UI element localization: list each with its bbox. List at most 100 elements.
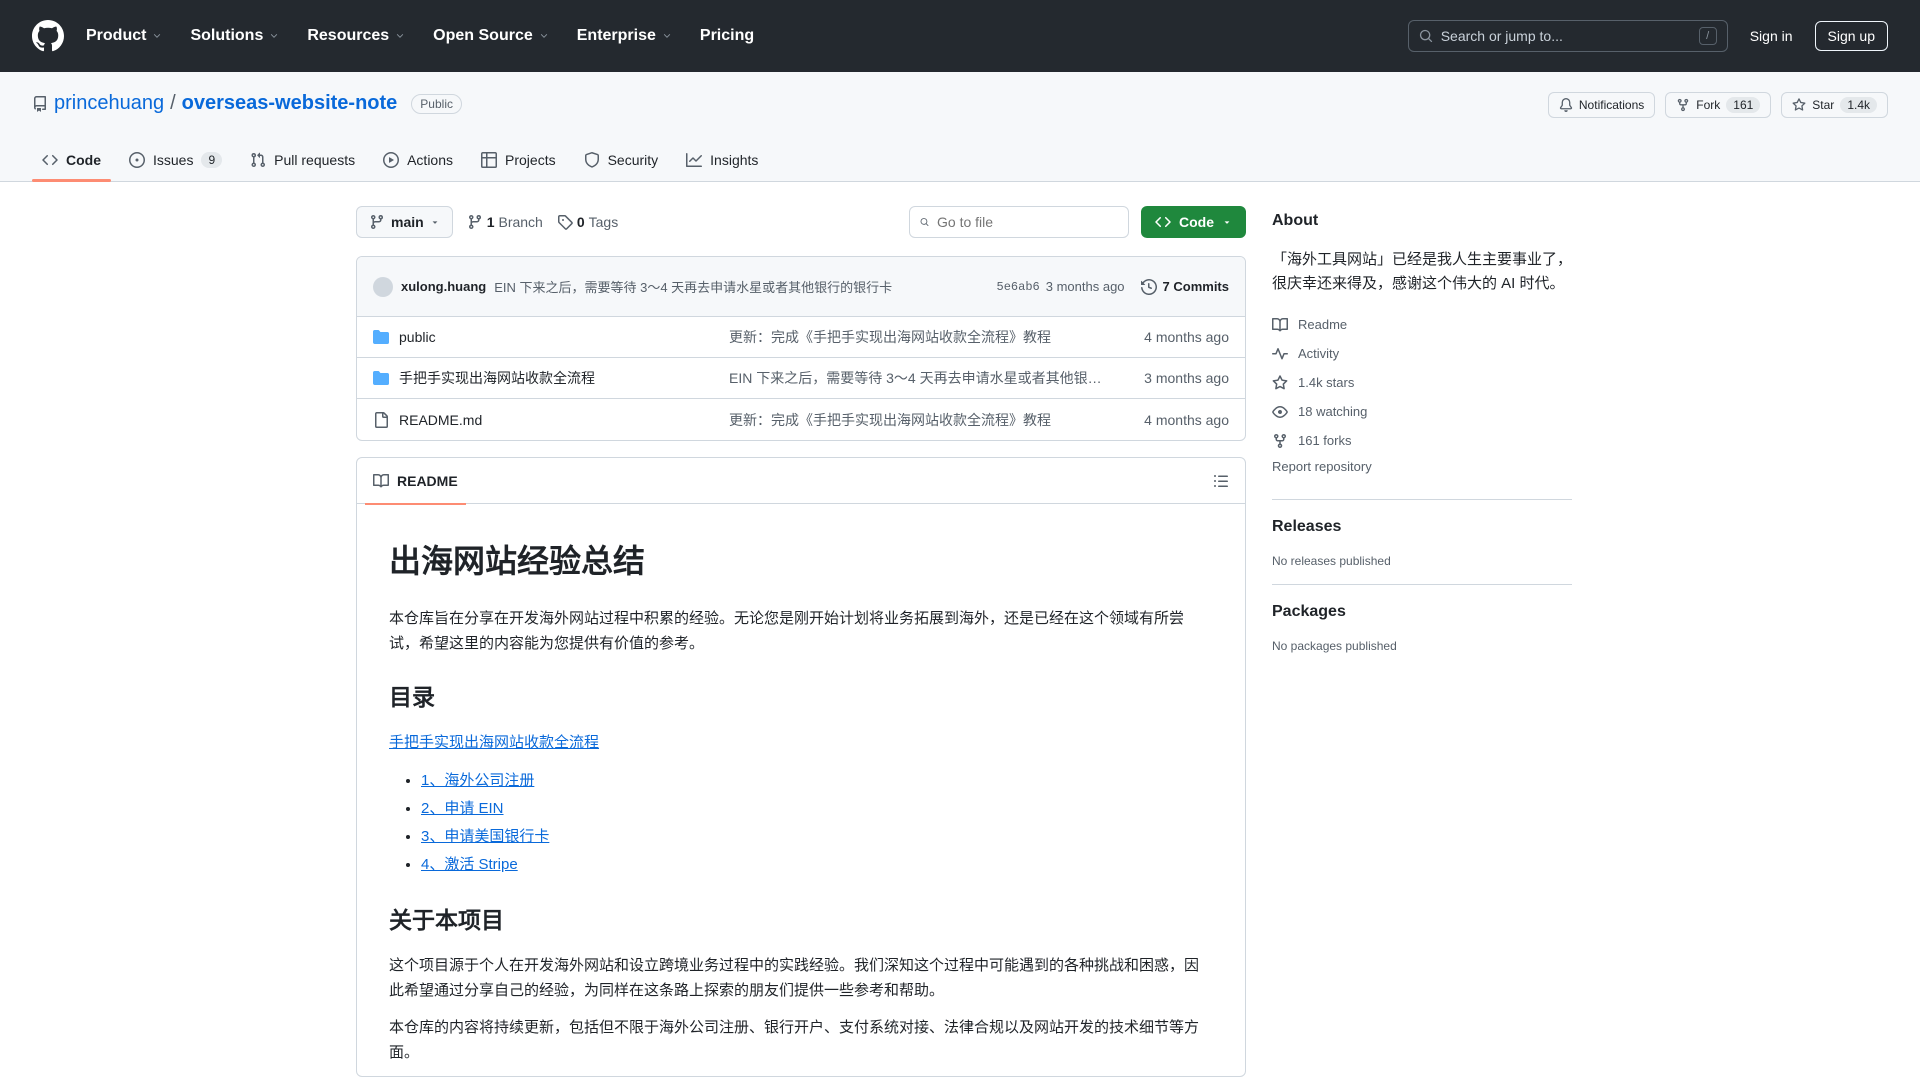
nav-pricing[interactable]: Pricing: [700, 27, 754, 45]
nav-open-source[interactable]: Open Source: [433, 27, 549, 45]
toc-link[interactable]: 3、申请美国银行卡: [421, 828, 549, 845]
repo-name-link[interactable]: overseas-website-note: [182, 92, 398, 115]
tab-pull-requests[interactable]: Pull requests: [240, 138, 365, 182]
file-row[interactable]: README.md 更新：完成《手把手实现出海网站收款全流程》教程 4 mont…: [357, 399, 1245, 440]
file-name[interactable]: README.md: [399, 412, 729, 428]
bell-icon: [1559, 98, 1573, 112]
tab-label: Code: [66, 152, 101, 168]
notifications-label: Notifications: [1578, 98, 1645, 112]
file-commit-time: 4 months ago: [1144, 411, 1229, 428]
go-to-file-input[interactable]: [937, 214, 1118, 230]
readme-panel: README 出海网站经验总结 本仓库旨在分享在开发海外网站过程中积累的经验。无…: [356, 457, 1246, 1077]
nav-label: Resources: [307, 27, 390, 44]
watchers-link[interactable]: 18 watching: [1272, 397, 1572, 426]
commit-sha[interactable]: 5e6ab6: [997, 280, 1040, 294]
toc-link[interactable]: 2、申请 EIN: [421, 800, 504, 817]
toc-main-link[interactable]: 手把手实现出海网站收款全流程: [389, 734, 599, 751]
go-to-file[interactable]: [909, 206, 1129, 238]
tab-actions[interactable]: Actions: [373, 138, 463, 182]
commit-message[interactable]: EIN 下来之后，需要等待 3～4 天再去申请水星或者其他银行的银行卡: [494, 277, 984, 296]
issues-count: 9: [201, 152, 223, 168]
tags-link[interactable]: 0 Tags: [557, 214, 618, 230]
folder-icon: [373, 330, 389, 344]
repo-actions: Notifications Fork 161 Star 1.4k: [1547, 92, 1888, 118]
list-item: 2、申请 EIN: [421, 795, 1213, 823]
toc-link[interactable]: 4、激活 Stripe: [421, 856, 518, 873]
tag-icon: [557, 215, 573, 230]
search-input[interactable]: [1440, 28, 1691, 44]
repo-description: 「海外工具网站」已经是我人生主要事业了，很庆幸还来得及，感谢这个伟大的 AI 时…: [1272, 251, 1573, 292]
tab-label: Insights: [710, 152, 759, 168]
caret-down-icon: [432, 221, 437, 224]
readme-link[interactable]: Readme: [1272, 310, 1572, 339]
commit-author[interactable]: xulong.huang: [401, 279, 486, 294]
file-commit-message[interactable]: 更新：完成《手把手实现出海网站收款全流程》教程: [729, 410, 1129, 430]
branch-select-button[interactable]: main: [356, 206, 453, 238]
nav-solutions[interactable]: Solutions: [190, 27, 279, 45]
tab-label: Issues: [153, 152, 194, 168]
tab-projects[interactable]: Projects: [471, 138, 566, 182]
side-item-label: Readme: [1298, 317, 1348, 332]
releases-empty-text: No releases published: [1272, 554, 1391, 568]
tab-security[interactable]: Security: [574, 138, 669, 182]
side-item-label: 18 watching: [1298, 404, 1368, 419]
readme-content: 出海网站经验总结 本仓库旨在分享在开发海外网站过程中积累的经验。无论您是刚开始计…: [357, 504, 1245, 1076]
commits-label: 7 Commits: [1162, 279, 1229, 294]
avatar[interactable]: [373, 276, 393, 297]
list-unordered-icon[interactable]: [1213, 473, 1229, 489]
repo-owner-link[interactable]: princehuang: [54, 92, 164, 115]
file-icon: [375, 411, 388, 428]
sign-up-button[interactable]: Sign up: [1814, 21, 1888, 51]
visibility-badge: Public: [411, 93, 462, 114]
github-logo-icon[interactable]: [32, 20, 64, 52]
chevron-down-icon: [397, 34, 404, 38]
nav-product[interactable]: Product: [86, 27, 162, 45]
toc-link[interactable]: 1、海外公司注册: [421, 772, 534, 789]
stars-link[interactable]: 1.4k stars: [1272, 368, 1572, 397]
code-button[interactable]: Code: [1141, 206, 1246, 238]
releases-title[interactable]: Releases: [1272, 518, 1572, 536]
notifications-button[interactable]: Notifications: [1547, 92, 1656, 118]
divider: [1272, 499, 1572, 500]
tab-issues[interactable]: Issues 9: [119, 138, 232, 182]
history-icon: [1140, 278, 1157, 295]
top-nav: Product Solutions Resources Open Source …: [86, 27, 754, 45]
file-commit-message[interactable]: 更新：完成《手把手实现出海网站收款全流程》教程: [729, 327, 1129, 347]
repo-tabs: Code Issues 9 Pull requests Actions Proj…: [32, 138, 768, 182]
table-icon: [481, 152, 498, 168]
about-paragraph: 这个项目源于个人在开发海外网站和设立跨境业务过程中的实践经验。我们深知这个过程中…: [389, 957, 1200, 999]
readme-tab[interactable]: README: [365, 458, 466, 505]
forks-link[interactable]: 161 forks: [1272, 426, 1572, 455]
report-repository-link[interactable]: Report repository: [1272, 459, 1572, 483]
star-button[interactable]: Star 1.4k: [1781, 92, 1888, 118]
sign-in-link[interactable]: Sign in: [1740, 28, 1803, 44]
activity-link[interactable]: Activity: [1272, 339, 1572, 368]
branches-link[interactable]: 1 Branch: [467, 214, 543, 230]
nav-enterprise[interactable]: Enterprise: [577, 27, 672, 45]
nav-resources[interactable]: Resources: [307, 27, 405, 45]
code-button-label: Code: [1179, 214, 1214, 230]
file-row[interactable]: public 更新：完成《手把手实现出海网站收款全流程》教程 4 months …: [357, 317, 1245, 358]
nav-label: Open Source: [433, 27, 533, 44]
file-row[interactable]: 手把手实现出海网站收款全流程 EIN 下来之后，需要等待 3～4 天再去申请水星…: [357, 358, 1245, 399]
tab-code[interactable]: Code: [32, 138, 111, 182]
readme-header: README: [357, 458, 1245, 505]
fork-icon: [1678, 98, 1689, 112]
file-name[interactable]: public: [399, 329, 729, 345]
commits-link[interactable]: 7 Commits: [1140, 278, 1229, 295]
file-name[interactable]: 手把手实现出海网站收款全流程: [399, 368, 729, 388]
global-search[interactable]: /: [1407, 20, 1728, 52]
nav-label: Solutions: [190, 27, 264, 44]
file-commit-message[interactable]: EIN 下来之后，需要等待 3～4 天再去申请水星或者其他银行...: [729, 368, 1129, 388]
star-icon: [1272, 374, 1288, 389]
branches-label: Branch: [498, 214, 543, 230]
readme-title: 出海网站经验总结: [389, 542, 646, 580]
commit-time: 3 months ago: [1045, 279, 1125, 294]
fork-button[interactable]: Fork 161: [1665, 92, 1772, 118]
tab-insights[interactable]: Insights: [676, 138, 768, 182]
branch-name: main: [391, 214, 424, 230]
book-icon: [1272, 317, 1288, 331]
packages-title[interactable]: Packages: [1272, 603, 1572, 621]
side-item-label: 161 forks: [1298, 433, 1352, 448]
file-navigation: main 1 Branch 0 Tags Code: [356, 206, 1246, 238]
